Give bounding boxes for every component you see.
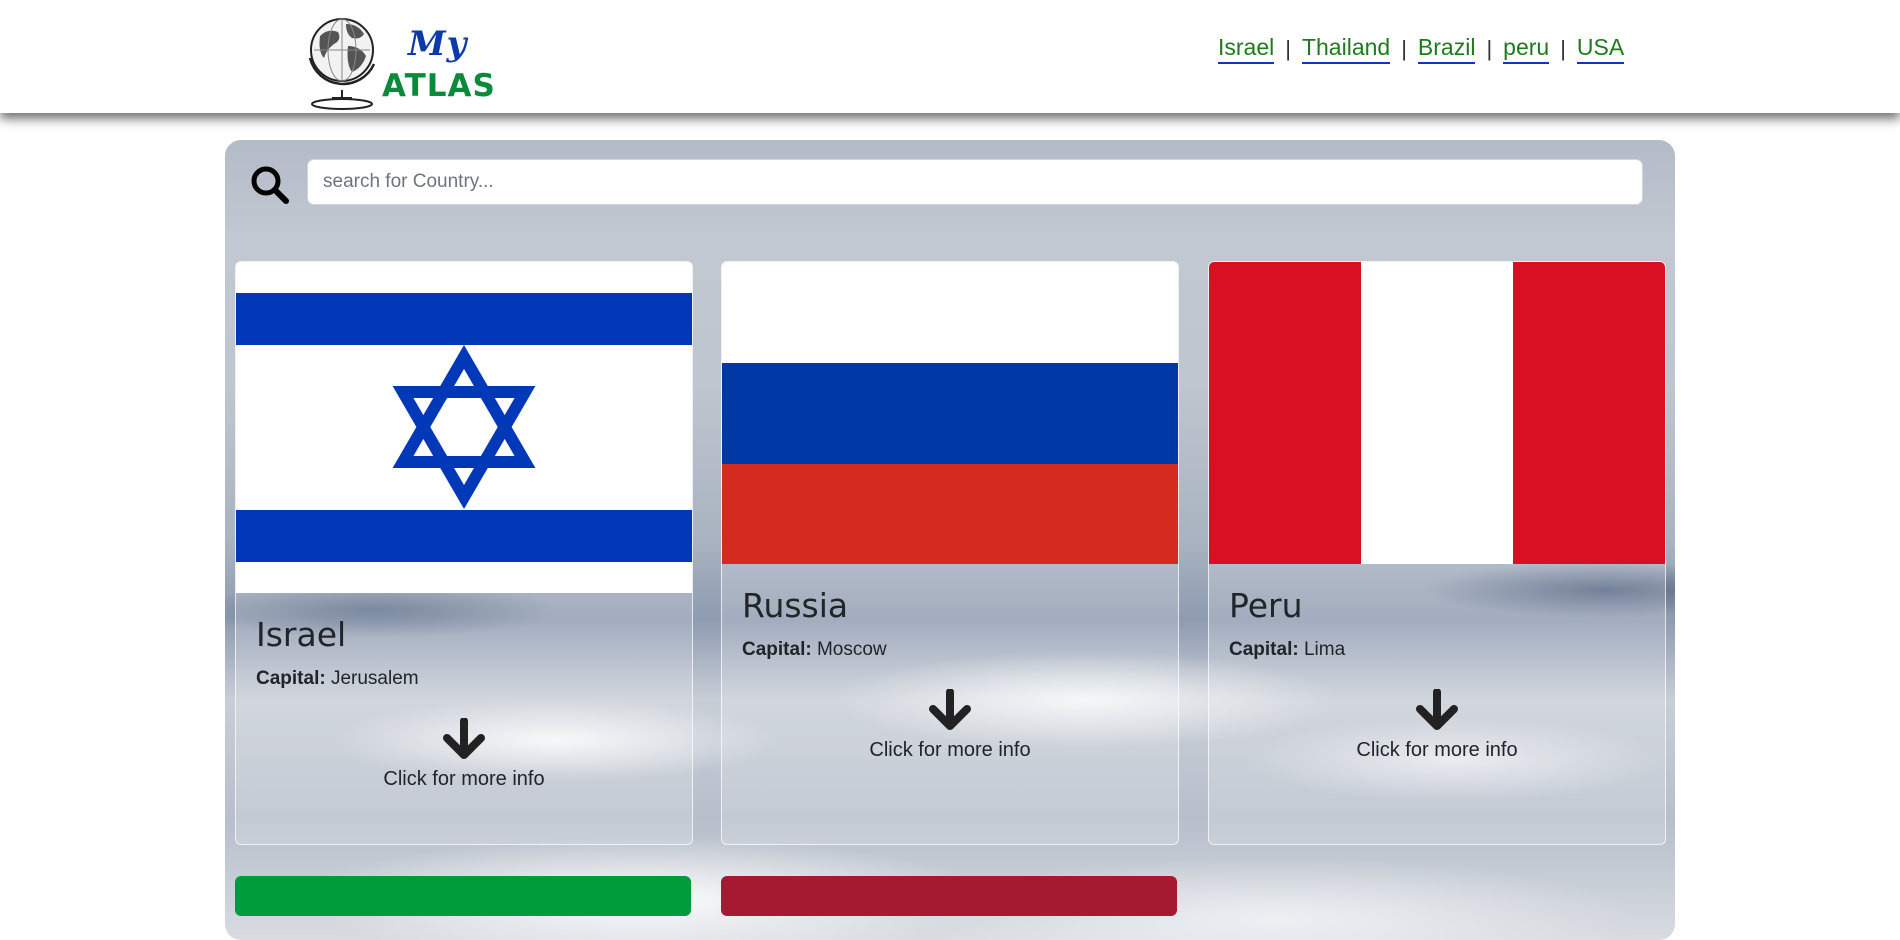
country-name: Israel: [256, 615, 347, 654]
capital-label: Capital:: [742, 639, 812, 660]
country-name: Russia: [742, 586, 849, 625]
country-card-next-2[interactable]: [721, 876, 1177, 916]
card-body: Peru Capital: Lima Click for more info: [1209, 564, 1665, 762]
capital-label: Capital:: [1229, 639, 1299, 660]
capital-value: Moscow: [816, 639, 887, 660]
green-flag-strip: [235, 876, 691, 916]
capital-line: Capital: Moscow: [742, 639, 1158, 661]
arrow-down-icon: [1416, 689, 1458, 730]
nav-link-thailand[interactable]: Thailand: [1301, 34, 1391, 64]
nav-separator: |: [1401, 36, 1407, 61]
logo-my-text: My: [408, 24, 468, 64]
globe-icon: [308, 18, 376, 110]
search-bar: [225, 140, 1675, 235]
more-info-text: Click for more info: [869, 739, 1031, 761]
capital-line: Capital: Jerusalem: [256, 668, 672, 690]
nav-separator: |: [1486, 36, 1493, 61]
countries-panel: Israel Capital: Jerusalem Click for more…: [225, 140, 1675, 940]
more-info-button[interactable]: Click for more info: [256, 718, 672, 791]
nav-link-brazil[interactable]: Brazil: [1417, 34, 1476, 64]
more-info-text: Click for more info: [383, 768, 545, 790]
country-card-israel[interactable]: Israel Capital: Jerusalem Click for more…: [235, 261, 693, 845]
nav-separator: |: [1560, 36, 1566, 61]
country-card-russia[interactable]: Russia Capital: Moscow Click for more in…: [721, 261, 1179, 845]
capital-line: Capital: Lima: [1229, 639, 1645, 661]
more-info-button[interactable]: Click for more info: [742, 689, 1158, 762]
country-card-peru[interactable]: Peru Capital: Lima Click for more info: [1208, 261, 1666, 845]
more-info-text: Click for more info: [1356, 739, 1518, 761]
arrow-down-icon: [929, 689, 971, 730]
card-body: Israel Capital: Jerusalem Click for more…: [236, 593, 692, 791]
nav-link-usa[interactable]: USA: [1576, 34, 1625, 64]
nav-link-peru[interactable]: peru: [1503, 34, 1550, 64]
arrow-down-icon: [443, 718, 485, 759]
country-name: Peru: [1229, 586, 1303, 625]
capital-label: Capital:: [256, 668, 326, 689]
capital-value: Jerusalem: [330, 668, 419, 689]
peru-flag: [1209, 262, 1665, 564]
israel-flag: [236, 262, 692, 593]
atlas-logo[interactable]: My ATLAS: [302, 6, 495, 110]
search-icon[interactable]: [250, 165, 290, 205]
nav-separator: |: [1285, 36, 1291, 61]
logo-atlas-text: ATLAS: [382, 68, 496, 104]
capital-value: Lima: [1303, 639, 1346, 660]
country-search-input[interactable]: [307, 159, 1643, 205]
russia-flag: [722, 262, 1178, 564]
card-body: Russia Capital: Moscow Click for more in…: [722, 564, 1178, 762]
nav-links: Israel | Thailand | Brazil | peru | USA: [1218, 32, 1625, 66]
more-info-button[interactable]: Click for more info: [1229, 689, 1645, 762]
country-card-next-1[interactable]: [235, 876, 691, 916]
top-navbar: My ATLAS Israel | Thailand | Brazil | pe…: [0, 0, 1900, 113]
nav-link-israel[interactable]: Israel: [1218, 34, 1275, 64]
red-flag-strip: [721, 876, 1177, 916]
